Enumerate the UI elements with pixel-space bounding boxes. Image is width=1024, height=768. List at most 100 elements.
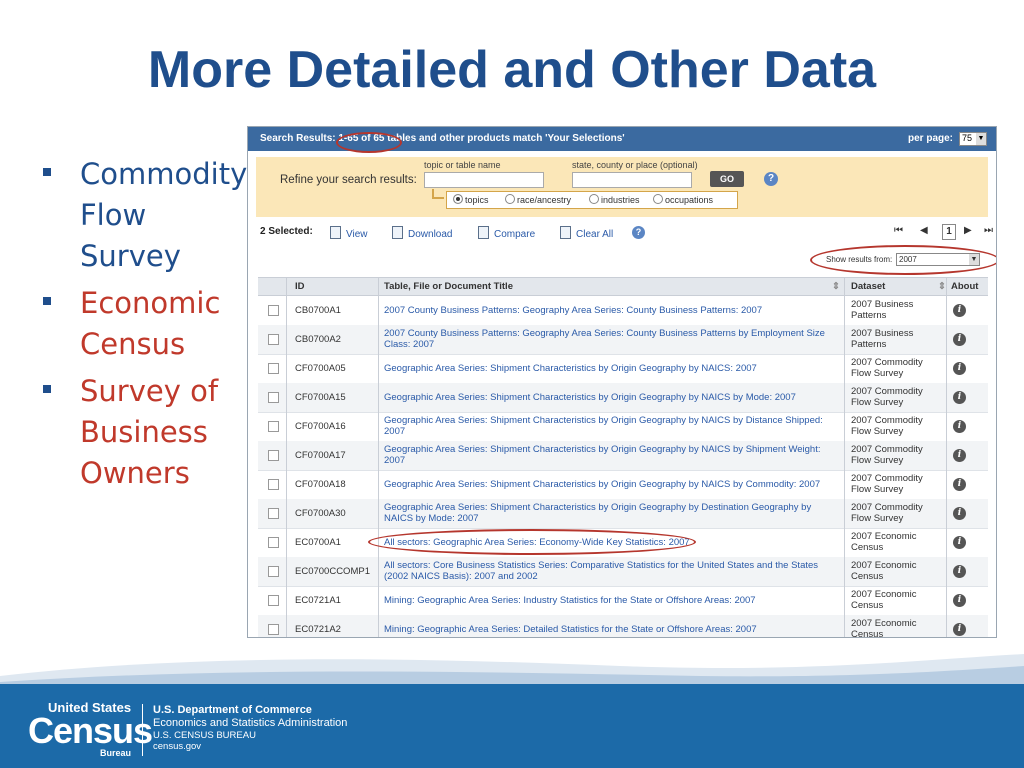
row-dataset: 2007 Commodity Flow Survey bbox=[851, 415, 923, 437]
topic-input[interactable] bbox=[424, 172, 544, 188]
info-icon[interactable]: i bbox=[953, 362, 966, 375]
row-checkbox[interactable] bbox=[268, 479, 279, 490]
table-row: EC0721A2 Mining: Geographic Area Series: … bbox=[258, 615, 988, 637]
topic-caption: topic or table name bbox=[424, 160, 501, 170]
dropdown-arrow-icon: ▼ bbox=[976, 133, 986, 145]
row-dataset: 2007 Economic Census bbox=[851, 560, 917, 582]
per-page-select[interactable]: 75 ▼ bbox=[959, 132, 987, 146]
row-id: CF0700A17 bbox=[295, 450, 346, 461]
info-icon[interactable]: i bbox=[953, 478, 966, 491]
radio-selected-icon bbox=[453, 194, 463, 204]
row-checkbox[interactable] bbox=[268, 566, 279, 577]
info-icon[interactable]: i bbox=[953, 304, 966, 317]
row-dataset: 2007 Commodity Flow Survey bbox=[851, 357, 923, 379]
info-icon[interactable]: i bbox=[953, 623, 966, 636]
row-title-link[interactable]: Geographic Area Series: Shipment Charact… bbox=[384, 392, 836, 403]
sort-icon[interactable]: ⇕ bbox=[938, 281, 946, 292]
radio-occupations[interactable]: occupations bbox=[653, 194, 713, 205]
first-page-icon[interactable]: ⏮ bbox=[894, 225, 903, 236]
go-button[interactable]: GO bbox=[710, 171, 744, 187]
footer-website[interactable]: census.gov bbox=[153, 741, 201, 752]
row-checkbox[interactable] bbox=[268, 392, 279, 403]
radio-topics[interactable]: topics bbox=[453, 194, 489, 205]
table-row: CF0700A18 Geographic Area Series: Shipmen… bbox=[258, 470, 988, 500]
info-icon[interactable]: i bbox=[953, 536, 966, 549]
info-icon[interactable]: i bbox=[953, 420, 966, 433]
row-title-link[interactable]: Geographic Area Series: Shipment Charact… bbox=[384, 479, 836, 490]
row-id: EC0721A1 bbox=[295, 595, 341, 606]
bullet-text: Economic Census bbox=[80, 286, 221, 361]
row-checkbox[interactable] bbox=[268, 450, 279, 461]
row-dataset: 2007 Commodity Flow Survey bbox=[851, 502, 923, 524]
row-id: CF0700A15 bbox=[295, 392, 346, 403]
decorative-wave bbox=[0, 654, 1024, 688]
search-type-radios: topics race/ancestry industries occupati… bbox=[446, 191, 738, 209]
radio-label: industries bbox=[601, 195, 640, 205]
row-title-link[interactable]: Geographic Area Series: Shipment Charact… bbox=[384, 444, 836, 466]
toolbar-help-button[interactable]: ? bbox=[632, 226, 645, 239]
row-title-link[interactable]: Mining: Geographic Area Series: Detailed… bbox=[384, 624, 836, 635]
row-id: CF0700A18 bbox=[295, 479, 346, 490]
table-row: CF0700A05 Geographic Area Series: Shipmen… bbox=[258, 354, 988, 384]
connector-line bbox=[432, 189, 444, 199]
table-row: CF0700A17 Geographic Area Series: Shipmen… bbox=[258, 441, 988, 471]
radio-race-ancestry[interactable]: race/ancestry bbox=[505, 194, 571, 205]
next-page-icon[interactable]: ▶ bbox=[964, 225, 972, 236]
row-checkbox[interactable] bbox=[268, 595, 279, 606]
current-page[interactable]: 1 bbox=[942, 224, 956, 240]
info-icon[interactable]: i bbox=[953, 391, 966, 404]
radio-label: occupations bbox=[665, 195, 714, 205]
header-dataset[interactable]: Dataset bbox=[851, 281, 885, 292]
row-title-link[interactable]: Geographic Area Series: Shipment Charact… bbox=[384, 363, 836, 374]
download-button[interactable]: Download bbox=[392, 226, 452, 240]
place-input[interactable] bbox=[572, 172, 692, 188]
footer-bureau: U.S. CENSUS BUREAU bbox=[153, 730, 256, 741]
table-row: CF0700A15 Geographic Area Series: Shipmen… bbox=[258, 383, 988, 413]
row-id: CB0700A1 bbox=[295, 305, 341, 316]
view-button[interactable]: View bbox=[330, 226, 368, 240]
table-row: EC0700CCOMP1 All sectors: Core Business S… bbox=[258, 557, 988, 587]
info-icon[interactable]: i bbox=[953, 594, 966, 607]
column-divider bbox=[378, 278, 379, 637]
highlight-oval-ec0700a1 bbox=[368, 529, 696, 555]
row-checkbox[interactable] bbox=[268, 334, 279, 345]
last-page-icon[interactable]: ⏭ bbox=[984, 225, 993, 236]
info-icon[interactable]: i bbox=[953, 449, 966, 462]
row-checkbox[interactable] bbox=[268, 363, 279, 374]
footer-administration: Economics and Statistics Administration bbox=[153, 717, 348, 729]
compare-button[interactable]: Compare bbox=[478, 226, 535, 240]
row-title-link[interactable]: Mining: Geographic Area Series: Industry… bbox=[384, 595, 836, 606]
bullet-economic-census: Economic Census bbox=[40, 283, 250, 365]
download-label: Download bbox=[408, 229, 453, 240]
results-toolbar: 2 Selected: View Download Compare Clear … bbox=[260, 224, 993, 242]
sort-icon[interactable]: ⇕ bbox=[832, 281, 840, 292]
row-checkbox[interactable] bbox=[268, 421, 279, 432]
row-checkbox[interactable] bbox=[268, 537, 279, 548]
footer-bar: United States Census Bureau U.S. Departm… bbox=[0, 684, 1024, 768]
row-title-link[interactable]: All sectors: Core Business Statistics Se… bbox=[384, 560, 836, 582]
row-title-link[interactable]: Geographic Area Series: Shipment Charact… bbox=[384, 502, 836, 524]
info-icon[interactable]: i bbox=[953, 333, 966, 346]
row-checkbox[interactable] bbox=[268, 305, 279, 316]
row-checkbox[interactable] bbox=[268, 624, 279, 635]
row-dataset: 2007 Economic Census bbox=[851, 531, 917, 553]
row-checkbox[interactable] bbox=[268, 508, 279, 519]
radio-industries[interactable]: industries bbox=[589, 194, 640, 205]
info-icon[interactable]: i bbox=[953, 565, 966, 578]
census-logo: Census bbox=[28, 710, 153, 751]
row-title-link[interactable]: Geographic Area Series: Shipment Charact… bbox=[384, 415, 836, 437]
compare-icon bbox=[478, 226, 489, 239]
info-icon[interactable]: i bbox=[953, 507, 966, 520]
header-id[interactable]: ID bbox=[295, 281, 305, 292]
row-title-link[interactable]: 2007 County Business Patterns: Geography… bbox=[384, 305, 836, 316]
row-title-link[interactable]: 2007 County Business Patterns: Geography… bbox=[384, 328, 836, 350]
header-title[interactable]: Table, File or Document Title bbox=[384, 281, 513, 292]
logo-bureau: Bureau bbox=[100, 748, 132, 758]
clear-icon bbox=[560, 226, 571, 239]
help-icon[interactable]: ? bbox=[764, 172, 778, 186]
view-icon bbox=[330, 226, 341, 239]
prev-page-icon[interactable]: ◀ bbox=[920, 225, 928, 236]
bullet-list: Commodity Flow Survey Economic Census Su… bbox=[40, 154, 250, 500]
clear-all-button[interactable]: Clear All bbox=[560, 226, 613, 240]
radio-icon bbox=[653, 194, 663, 204]
